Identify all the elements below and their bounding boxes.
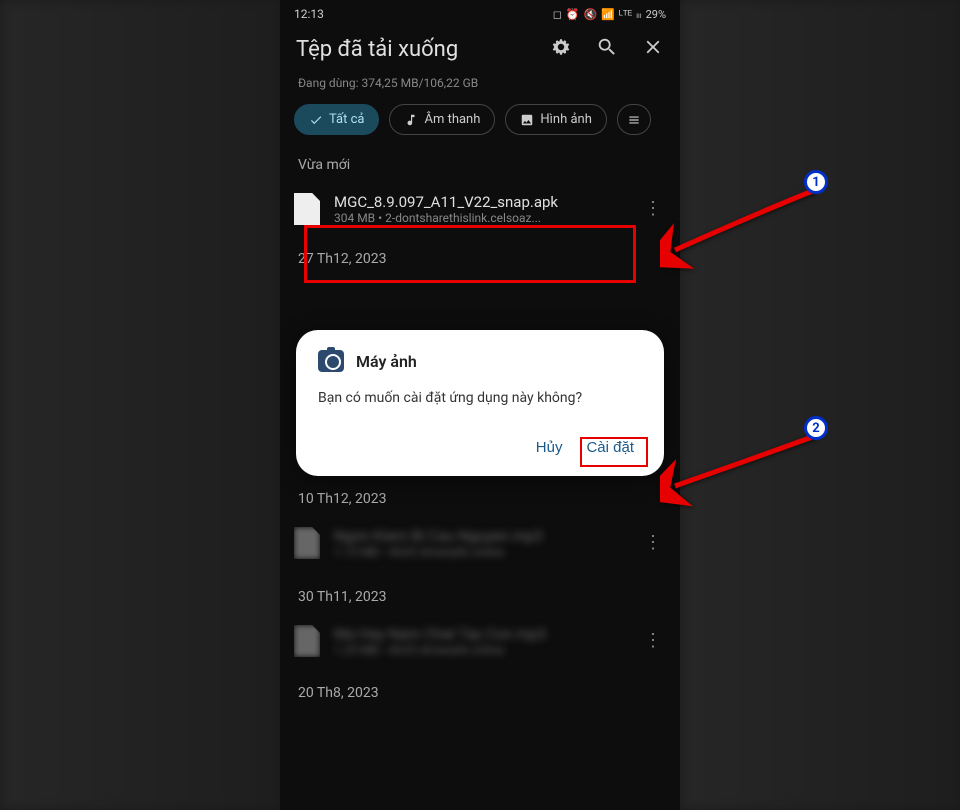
storage-info: Đang dùng: 374,25 MB/106,22 GB — [280, 70, 680, 104]
section-date3: 30 Th11, 2023 — [280, 569, 680, 615]
annotation-badge-2: 2 — [804, 416, 828, 440]
file-meta: 304 MB • 2-dontsharethislink.celsoaz... — [334, 211, 626, 225]
status-indicators: ◻⏰🔇📶ᴸᵀᴱₗₗₗ 29% — [553, 8, 666, 21]
search-icon[interactable] — [596, 36, 618, 62]
file-name: MGC_8.9.097_A11_V22_snap.apk — [334, 193, 626, 211]
dialog-app-name: Máy ảnh — [356, 352, 417, 371]
chip-all[interactable]: Tất cả — [294, 104, 379, 135]
phone-screen: 12:13 ◻⏰🔇📶ᴸᵀᴱₗₗₗ 29% Tệp đã tải xuống Đa… — [280, 0, 680, 810]
gear-icon[interactable] — [550, 36, 572, 62]
file-icon — [294, 527, 320, 559]
section-date2: 10 Th12, 2023 — [280, 471, 680, 517]
file-item-blurred[interactable]: Ngon Kiem Bi Cau Nguyen mp3 1.19 MB • 4G… — [280, 517, 680, 569]
install-button[interactable]: Cài đặt — [578, 433, 642, 462]
dialog-message: Bạn có muốn cài đặt ứng dụng này không? — [318, 388, 642, 409]
filter-chips: Tất cả Âm thanh Hình ảnh — [280, 104, 680, 153]
annotation-badge-1: 1 — [804, 170, 828, 194]
annotation-arrow-1 — [660, 182, 830, 276]
app-header: Tệp đã tải xuống — [280, 28, 680, 70]
chip-image[interactable]: Hình ảnh — [505, 104, 606, 135]
camera-icon — [318, 350, 344, 372]
more-icon[interactable]: ⋮ — [640, 539, 666, 546]
file-icon — [294, 625, 320, 657]
annotation-arrow-2 — [660, 428, 830, 512]
install-dialog: Máy ảnh Bạn có muốn cài đặt ứng dụng này… — [296, 330, 664, 476]
status-bar: 12:13 ◻⏰🔇📶ᴸᵀᴱₗₗₗ 29% — [280, 0, 680, 28]
more-icon[interactable]: ⋮ — [640, 637, 666, 644]
section-recent: Vừa mới — [280, 153, 680, 183]
file-item-apk[interactable]: MGC_8.9.097_A11_V22_snap.apk 304 MB • 2-… — [280, 183, 680, 235]
status-time: 12:13 — [294, 7, 324, 21]
section-date1: 27 Th12, 2023 — [280, 235, 680, 277]
chip-more[interactable] — [617, 104, 651, 135]
section-date4: 20 Th8, 2023 — [280, 667, 680, 711]
file-icon — [294, 193, 320, 225]
cancel-button[interactable]: Hủy — [528, 433, 571, 462]
close-icon[interactable] — [642, 36, 664, 62]
page-title: Tệp đã tải xuống — [296, 37, 458, 62]
file-item-blurred[interactable]: Ma Hay Nam Chat Tay Con mp3 1.29 MB • 4G… — [280, 615, 680, 667]
chip-audio[interactable]: Âm thanh — [389, 104, 495, 135]
